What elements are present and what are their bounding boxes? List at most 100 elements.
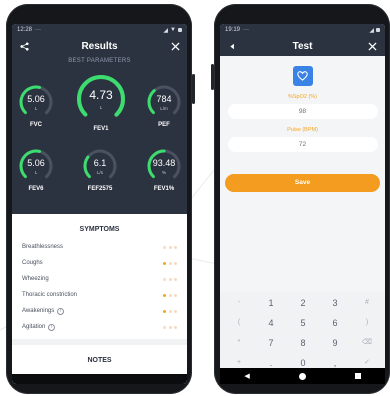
gauge-value: 5.06 bbox=[27, 158, 45, 169]
info-icon[interactable]: i bbox=[48, 323, 56, 331]
spo2-label: %SpO2 (%) bbox=[287, 94, 318, 100]
left-nav-bar bbox=[12, 374, 187, 384]
gauge-label: PEF bbox=[158, 122, 170, 128]
status-time: 19:19 bbox=[225, 27, 241, 33]
gauge-unit: L bbox=[99, 105, 103, 110]
gauge-pef: 784 L/m PEF bbox=[146, 84, 182, 128]
gauge-fev6: 5.06 L FEV6 bbox=[18, 148, 54, 192]
symptom-label: Awakenings bbox=[22, 308, 55, 314]
pulse-label: Pulse (BPM) bbox=[287, 127, 318, 133]
key-3[interactable]: 3 bbox=[320, 294, 350, 312]
symptom-row[interactable]: Thoracic constriction bbox=[12, 287, 187, 303]
gauge-label: FEV1% bbox=[153, 186, 175, 192]
symptom-row[interactable]: Agitation i bbox=[12, 319, 187, 335]
pulse-input[interactable]: 72 bbox=[227, 137, 378, 152]
share-icon[interactable] bbox=[18, 40, 30, 52]
gauge-fvc: 5.06 L FVC bbox=[18, 84, 54, 128]
key-7[interactable]: 7 bbox=[256, 334, 286, 352]
close-icon[interactable] bbox=[367, 40, 379, 52]
symptom-row[interactable]: Coughs bbox=[12, 255, 187, 271]
gauge-value: 784 bbox=[156, 94, 172, 105]
severity-dots[interactable] bbox=[163, 245, 177, 249]
key--[interactable]: - bbox=[224, 294, 254, 312]
severity-dots[interactable] bbox=[163, 277, 177, 281]
severity-dot[interactable] bbox=[168, 325, 172, 329]
close-icon[interactable] bbox=[169, 40, 181, 52]
page-title: Results bbox=[81, 40, 118, 52]
system-nav-bar: ◀ bbox=[220, 368, 385, 384]
phone-left: 12:28 ··· ◢ ▼ Results BEST PARAMETERS 5.0… bbox=[6, 4, 195, 394]
severity-dot[interactable] bbox=[174, 245, 177, 249]
status-extra: ··· bbox=[243, 27, 250, 33]
severity-dot[interactable] bbox=[163, 245, 166, 249]
symptom-label: Breathlessness bbox=[22, 244, 64, 250]
info-icon[interactable]: i bbox=[57, 307, 65, 315]
severity-dot[interactable] bbox=[163, 293, 166, 297]
phone-right: 19:19 ··· ◢ Test %SpO2 (%) 98 Pulse (BPM… bbox=[211, 4, 390, 394]
key-2[interactable]: 2 bbox=[288, 294, 318, 312]
key-#[interactable]: # bbox=[352, 294, 382, 312]
severity-dots[interactable] bbox=[163, 261, 177, 265]
severity-dot[interactable] bbox=[163, 261, 166, 265]
severity-dot[interactable] bbox=[163, 277, 166, 281]
nav-recents-icon[interactable] bbox=[354, 373, 361, 379]
severity-dots[interactable] bbox=[163, 309, 177, 313]
results-dark-panel: 12:28 ··· ◢ ▼ Results BEST PARAMETERS 5.0… bbox=[12, 24, 187, 214]
key-)[interactable]: ) bbox=[352, 314, 382, 332]
severity-dot[interactable] bbox=[168, 261, 172, 265]
symptom-label: Coughs bbox=[22, 260, 43, 266]
key-5[interactable]: 5 bbox=[288, 314, 318, 332]
key-4[interactable]: 4 bbox=[256, 314, 286, 332]
gauge-fef2575: 6.1 L/s FEF2575 bbox=[82, 148, 118, 192]
severity-dot[interactable] bbox=[174, 261, 177, 265]
severity-dot[interactable] bbox=[168, 293, 172, 297]
severity-dot[interactable] bbox=[174, 277, 177, 281]
notes-title: NOTES bbox=[87, 357, 112, 364]
gauge-label: FEV1 bbox=[93, 126, 109, 132]
key-([interactable]: ( bbox=[224, 314, 254, 332]
severity-dots[interactable] bbox=[163, 325, 177, 329]
gauge-label: FVC bbox=[30, 122, 42, 128]
best-parameters-subtitle: BEST PARAMETERS bbox=[68, 58, 131, 64]
status-extra: ··· bbox=[35, 27, 42, 33]
symptom-row[interactable]: Awakenings i bbox=[12, 303, 187, 319]
back-icon[interactable] bbox=[226, 40, 238, 52]
key-9[interactable]: 9 bbox=[320, 334, 350, 352]
key-6[interactable]: 6 bbox=[320, 314, 350, 332]
severity-dot[interactable] bbox=[163, 325, 166, 329]
test-form: %SpO2 (%) 98 Pulse (BPM) 72 Save bbox=[220, 56, 385, 192]
severity-dot[interactable] bbox=[174, 325, 177, 329]
symptom-label: Thoracic constriction bbox=[22, 292, 78, 298]
severity-dot[interactable] bbox=[163, 309, 166, 313]
severity-dot[interactable] bbox=[174, 293, 177, 297]
key-1[interactable]: 1 bbox=[256, 294, 286, 312]
symptoms-card: SYMPTOMS Breathlessness Coughs Wheezing Tho… bbox=[12, 214, 187, 384]
numeric-keypad: -1 2 3 #(4 5 6) * 7 8 9 ⌫ +. 0, ✓ bbox=[220, 292, 385, 374]
severity-dot[interactable] bbox=[168, 245, 172, 249]
gauge-unit: L bbox=[34, 170, 38, 176]
heart-icon bbox=[292, 66, 313, 86]
symptom-row[interactable]: Wheezing bbox=[12, 271, 187, 287]
nav-home-icon[interactable] bbox=[298, 372, 306, 380]
test-header: Test bbox=[220, 36, 385, 56]
symptom-row[interactable]: Breathlessness bbox=[12, 239, 187, 255]
severity-dots[interactable] bbox=[163, 293, 177, 297]
symptom-list: Breathlessness Coughs Wheezing Thoracic con… bbox=[12, 239, 187, 335]
gauge-value: 93.48 bbox=[152, 158, 176, 169]
severity-dot[interactable] bbox=[168, 277, 172, 281]
severity-dot[interactable] bbox=[168, 309, 172, 313]
status-icons: ◢ ▼ bbox=[163, 27, 182, 34]
severity-dot[interactable] bbox=[174, 309, 177, 313]
nav-back-icon[interactable]: ◀ bbox=[244, 372, 249, 380]
gauge-label: FEV6 bbox=[28, 186, 44, 192]
test-screen: 19:19 ··· ◢ Test %SpO2 (%) 98 Pulse (BPM… bbox=[220, 24, 385, 384]
status-bar: 19:19 ··· ◢ bbox=[220, 24, 385, 36]
key-⌫[interactable]: ⌫ bbox=[352, 334, 382, 352]
save-button[interactable]: Save bbox=[225, 174, 380, 192]
key-*[interactable]: * bbox=[224, 334, 254, 352]
gauge-value: 4.73 bbox=[89, 88, 113, 102]
spo2-input[interactable]: 98 bbox=[227, 104, 378, 119]
gauge-value: 5.06 bbox=[27, 94, 45, 105]
key-8[interactable]: 8 bbox=[288, 334, 318, 352]
symptoms-title: SYMPTOMS bbox=[79, 226, 120, 233]
